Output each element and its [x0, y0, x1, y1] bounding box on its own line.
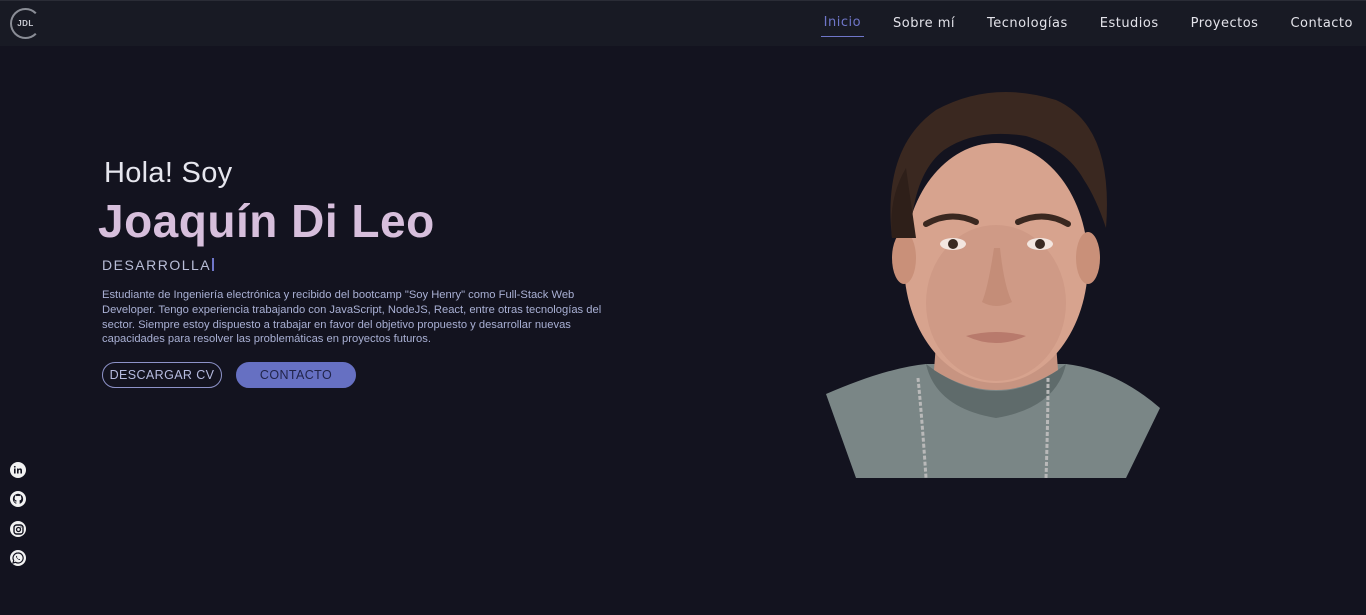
hero-greeting: Hola! Soy: [104, 157, 233, 189]
nav-sobre-mi[interactable]: Sobre mí: [890, 12, 958, 37]
nav-estudios[interactable]: Estudios: [1097, 12, 1162, 37]
github-icon[interactable]: [10, 491, 26, 507]
typed-role-text: DESARROLLA: [102, 257, 212, 273]
main-nav: Inicio Sobre mí Tecnologías Estudios Pro…: [795, 1, 1356, 47]
github-glyph: [12, 493, 24, 504]
whatsapp-glyph: [12, 552, 24, 564]
linkedin-glyph: [13, 465, 22, 474]
logo[interactable]: JDL: [10, 8, 41, 39]
top-navbar: JDL Inicio Sobre mí Tecnologías Estudios…: [0, 0, 1366, 46]
download-cv-button[interactable]: DESCARGAR CV: [102, 362, 222, 388]
instagram-icon[interactable]: [10, 521, 26, 537]
hero-name: Joaquín Di Leo: [98, 195, 435, 247]
nav-contacto[interactable]: Contacto: [1287, 12, 1356, 37]
nav-tecnologias[interactable]: Tecnologías: [984, 12, 1071, 37]
linkedin-icon[interactable]: [10, 462, 26, 478]
typed-role: DESARROLLA: [102, 257, 215, 273]
contact-button[interactable]: CONTACTO: [236, 362, 356, 388]
typing-cursor: [212, 258, 215, 271]
nav-inicio[interactable]: Inicio: [820, 11, 865, 37]
hero-section: Hola! Soy Joaquín Di Leo DESARROLLA Estu…: [0, 46, 1366, 615]
nav-proyectos[interactable]: Proyectos: [1188, 12, 1262, 37]
hero-description: Estudiante de Ingeniería electrónica y r…: [102, 289, 602, 346]
whatsapp-icon[interactable]: [10, 550, 26, 566]
instagram-glyph: [12, 523, 24, 535]
profile-photo: [826, 92, 1160, 478]
